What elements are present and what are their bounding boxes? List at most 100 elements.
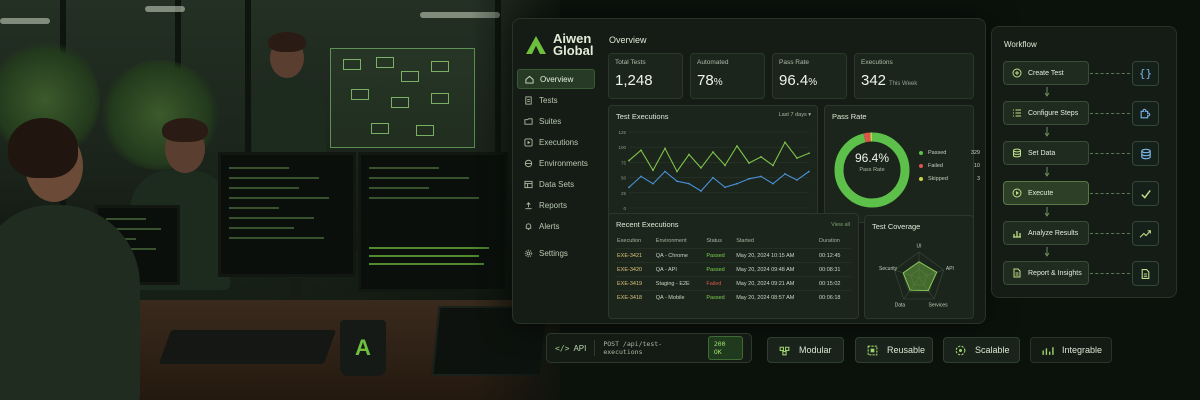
started-cell: May 20, 2024 10:15 AM — [734, 248, 818, 263]
environment-cell: QA - Chrome — [653, 248, 705, 263]
column-header[interactable]: Duration — [817, 236, 851, 249]
sidebar-item-alerts[interactable]: Alerts — [517, 216, 595, 236]
table-row[interactable]: EXE-3420 QA - API Passed May 20, 2024 09… — [615, 262, 851, 277]
dashed-connector — [1090, 273, 1130, 274]
database-icon — [1132, 141, 1159, 166]
column-header[interactable]: Status — [704, 236, 734, 249]
data-point — [796, 179, 798, 181]
check-icon — [1132, 181, 1159, 206]
execution-id[interactable]: EXE-3421 — [615, 248, 654, 263]
workflow-step-report-insights[interactable]: Report & Insights — [1003, 261, 1089, 285]
feature-scalable: Scalable — [943, 337, 1020, 363]
started-cell: May 20, 2024 08:57 AM — [734, 290, 818, 304]
list-icon — [1012, 108, 1022, 118]
execution-id[interactable]: EXE-3418 — [615, 290, 654, 304]
workflow-step-create-test[interactable]: Create Test — [1003, 61, 1089, 85]
data-point — [688, 153, 690, 156]
data-point — [700, 190, 702, 192]
data-point — [724, 186, 726, 189]
coverage-title: Test Coverage — [872, 222, 921, 231]
home-icon — [524, 74, 534, 84]
chart-title: Test Executions — [616, 112, 669, 121]
bar-chart-icon — [1012, 228, 1022, 238]
radar-axis-label: Services — [929, 302, 949, 308]
data-point — [736, 145, 738, 147]
data-point — [676, 180, 678, 183]
environment-icon — [523, 158, 533, 168]
y-tick-label: 50 — [621, 176, 627, 181]
workflow-step-execute[interactable]: Execute — [1003, 181, 1089, 205]
workflow-panel: Workflow Create Test Configure Steps Set… — [991, 26, 1177, 298]
arrow-down-icon — [1044, 247, 1050, 257]
legend-value: 10 — [973, 162, 980, 169]
office-photo: A — [0, 0, 560, 400]
table-row[interactable]: EXE-3419 Staging - E2E Failed May 20, 20… — [615, 276, 851, 291]
execution-id[interactable]: EXE-3419 — [615, 276, 654, 291]
integrable-icon — [1041, 344, 1054, 357]
duration-cell: 00:15:02 — [817, 276, 851, 291]
feature-label: Integrable — [1062, 345, 1103, 355]
arrow-down-icon — [1044, 167, 1050, 177]
folder-icon — [523, 116, 533, 126]
execution-id[interactable]: EXE-3420 — [615, 262, 654, 277]
data-point — [628, 159, 630, 162]
sidebar-item-label: Reports — [539, 200, 568, 210]
column-header[interactable]: Started — [734, 236, 817, 249]
sidebar-item-tests[interactable]: Tests — [517, 90, 595, 110]
date-range-label: Last 7 days — [778, 112, 807, 118]
view-all-link[interactable]: View all — [831, 222, 850, 228]
y-tick-label: 0 — [623, 206, 626, 211]
sidebar-item-label: Executions — [539, 137, 579, 147]
data-point — [724, 164, 726, 167]
legend-item: Failed 10 — [919, 159, 980, 172]
legend-label: Failed — [928, 162, 943, 169]
data-point — [808, 152, 810, 155]
workflow-step-configure-steps[interactable]: Configure Steps — [1003, 101, 1089, 125]
sidebar-item-settings[interactable]: Settings — [517, 243, 595, 263]
sidebar-item-environments[interactable]: Environments — [517, 153, 595, 173]
y-tick-label: 100 — [618, 145, 626, 150]
environment-cell: Staging - E2E — [653, 276, 705, 291]
workflow-step-set-data[interactable]: Set Data — [1003, 141, 1089, 165]
code-monitor-left — [218, 152, 356, 277]
arrow-down-icon — [1044, 127, 1050, 137]
sidebar-item-overview[interactable]: Overview — [517, 69, 595, 89]
data-point — [652, 169, 654, 172]
sidebar-item-label: Data Sets — [539, 179, 575, 189]
table-row[interactable]: EXE-3421 QA - Chrome Passed May 20, 2024… — [615, 248, 851, 263]
table-row[interactable]: EXE-3418 QA - Mobile Passed May 20, 2024… — [615, 290, 851, 304]
sidebar-item-reports[interactable]: Reports — [517, 195, 595, 215]
column-header[interactable]: Environment — [654, 236, 705, 249]
mug-logo: A — [355, 335, 371, 360]
feature-label: Reusable — [887, 345, 926, 355]
test-coverage-card: Test Coverage UI API Services Data Security — [864, 215, 974, 319]
data-point — [640, 149, 642, 152]
status-cell: Passed — [704, 262, 735, 277]
sidebar-item-data-sets[interactable]: Data Sets — [517, 174, 595, 194]
column-header[interactable]: Execution — [615, 236, 654, 249]
workflow-step-analyze-results[interactable]: Analyze Results — [1003, 221, 1089, 245]
seated-woman — [0, 205, 140, 400]
arrow-down-icon — [1044, 87, 1050, 97]
data-point — [784, 173, 786, 175]
sidebar-item-suites[interactable]: Suites — [517, 111, 595, 131]
date-range-select[interactable]: Last 7 days ▾ — [779, 112, 811, 118]
api-request-bar: </> API POST /api/test-executions 200 OK — [546, 333, 752, 363]
data-point — [760, 156, 762, 158]
data-point — [736, 182, 738, 185]
code-icon: </> — [555, 343, 570, 353]
data-point — [784, 141, 786, 144]
stat-unit: % — [713, 77, 723, 88]
table-icon — [523, 179, 533, 189]
sidebar-item-label: Tests — [539, 95, 558, 105]
y-tick-label: 125 — [618, 130, 626, 135]
data-point — [772, 182, 774, 185]
data-point — [808, 170, 810, 173]
started-cell: May 20, 2024 09:21 AM — [734, 276, 818, 291]
workflow-step-label: Configure Steps — [1028, 109, 1079, 117]
pass-rate-title: Pass Rate — [832, 112, 867, 121]
brand-logo-icon — [526, 36, 546, 54]
data-point — [712, 151, 714, 153]
sidebar-item-executions[interactable]: Executions — [517, 132, 595, 152]
developer-hair — [162, 118, 208, 142]
